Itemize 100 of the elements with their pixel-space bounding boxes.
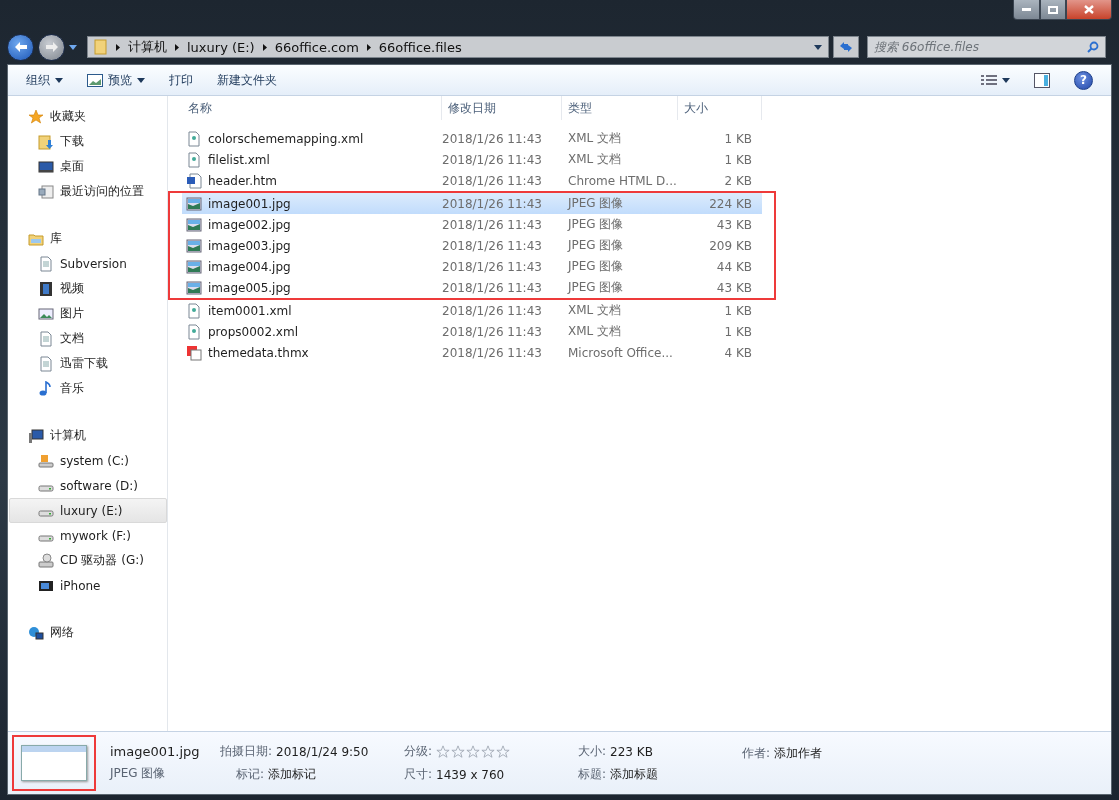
sidebar-item[interactable]: Subversion (9, 251, 167, 276)
toolbar-button[interactable]: 新建文件夹 (209, 68, 285, 92)
breadcrumb[interactable]: luxury (E:) (187, 39, 255, 55)
toolbar-button[interactable]: 组织 (18, 68, 71, 92)
modified-date: 2018/1/26 11:43 (442, 259, 543, 274)
toolbar-button[interactable]: 打印 (161, 68, 201, 92)
search-field[interactable]: 搜索 66office.files (867, 36, 1106, 58)
file-size: 43 KB (715, 280, 752, 295)
detail-file-type: JPEG 图像 (110, 765, 167, 782)
file-name: filelist.xml (208, 152, 270, 167)
file-type: XML 文档 (567, 130, 623, 147)
forward-button[interactable] (38, 33, 65, 61)
sidebar-item[interactable]: mywork (F:) (9, 523, 167, 548)
column-header[interactable]: 类型 (562, 96, 678, 120)
detail-value: 223 KB (610, 744, 653, 759)
computer-icon (28, 427, 44, 444)
column-header[interactable]: 大小 (678, 96, 762, 120)
file-type: Chrome HTML D... (567, 173, 678, 188)
image-file-icon (186, 195, 202, 212)
file-row[interactable]: image003.jpg 2018/1/26 11:43 JPEG 图像 209 KB (168, 235, 776, 256)
file-row[interactable]: props0002.xml 2018/1/26 11:43 XML 文档 1 KB (168, 321, 776, 342)
refresh-button[interactable] (833, 36, 859, 58)
file-row[interactable]: image005.jpg 2018/1/26 11:43 JPEG 图像 43 KB (168, 277, 776, 300)
close-icon (1084, 5, 1094, 14)
sidebar-item[interactable]: system (C:) (9, 448, 167, 473)
column-header[interactable]: 修改日期 (442, 96, 562, 120)
sidebar-group[interactable]: 收藏夹 (9, 104, 167, 129)
sidebar-group[interactable]: 计算机 (9, 423, 167, 448)
detail-label: 尺寸: (404, 766, 433, 783)
column-header[interactable]: 名称 (182, 96, 442, 120)
minimize-icon (1022, 8, 1031, 11)
file-row[interactable]: image001.jpg 2018/1/26 11:43 JPEG 图像 224 KB (168, 191, 776, 214)
file-row[interactable]: image002.jpg 2018/1/26 11:43 JPEG 图像 43 KB (168, 214, 776, 235)
breadcrumb[interactable]: 66office.com (274, 39, 359, 55)
film-icon (38, 280, 54, 297)
file-size: 1 KB (723, 152, 752, 167)
sidebar-item[interactable]: 下载 (9, 129, 167, 154)
sidebar-group[interactable]: 库 (9, 226, 167, 251)
address-bar[interactable]: 计算机 luxury (E:) 66office.com 66office.files (87, 36, 829, 58)
sidebar-group[interactable]: 网络 (9, 620, 167, 645)
file-size: 1 KB (723, 324, 752, 339)
sidebar-item[interactable]: 文档 (9, 326, 167, 351)
help-button[interactable]: ? (1074, 70, 1093, 90)
maximize-button[interactable] (1040, 0, 1066, 20)
sidebar-item[interactable]: software (D:) (9, 473, 167, 498)
file-name: item0001.xml (208, 303, 292, 318)
image-file-icon (186, 258, 202, 275)
xml-file-icon (186, 130, 202, 147)
sidebar-item[interactable]: 桌面 (9, 154, 167, 179)
close-button[interactable] (1066, 0, 1112, 20)
sidebar-item[interactable]: iPhone (9, 573, 167, 598)
detail-value: 添加作者 (774, 744, 823, 762)
caret-icon (1002, 77, 1010, 83)
document-icon (38, 330, 54, 347)
music-note-icon (38, 380, 54, 397)
theme-file-icon (186, 344, 202, 361)
toolbar-button[interactable]: 预览 (79, 68, 153, 92)
file-type: Microsoft Office... (567, 345, 674, 360)
rating-stars[interactable] (436, 744, 511, 759)
detail-value: 1439 x 760 (436, 767, 505, 782)
file-row[interactable]: filelist.xml 2018/1/26 11:43 XML 文档 1 KB (168, 149, 776, 170)
sidebar-item[interactable]: 迅雷下载 (9, 351, 167, 376)
sidebar-item[interactable]: 图片 (9, 301, 167, 326)
file-name: image002.jpg (208, 217, 291, 232)
modified-date: 2018/1/26 11:43 (442, 152, 543, 167)
file-row[interactable]: themedata.thmx 2018/1/26 11:43 Microsoft Office... 4 KB (168, 342, 776, 363)
detail-value: 2018/1/24 9:50 (276, 744, 369, 759)
breadcrumb-arrow-icon (116, 43, 120, 51)
file-row[interactable]: item0001.xml 2018/1/26 11:43 XML 文档 1 KB (168, 300, 776, 321)
file-row[interactable]: image004.jpg 2018/1/26 11:43 JPEG 图像 44 KB (168, 256, 776, 277)
file-row[interactable]: colorschememapping.xml 2018/1/26 11:43 XML 文档 1 KB (168, 128, 776, 149)
minimize-button[interactable] (1013, 0, 1040, 20)
sidebar-item[interactable]: 视频 (9, 276, 167, 301)
breadcrumb[interactable]: 66office.files (378, 39, 462, 55)
breadcrumb[interactable]: 计算机 (128, 38, 167, 56)
modified-date: 2018/1/26 11:43 (442, 131, 543, 146)
sidebar-item[interactable]: luxury (E:) (9, 498, 167, 523)
detail-label: 拍摄日期: (220, 743, 273, 760)
image-file-icon (186, 279, 202, 296)
pane-icon (1034, 72, 1050, 88)
file-row[interactable]: header.htm 2018/1/26 11:43 Chrome HTML D... 2 KB (168, 170, 776, 191)
detail-label: 大小: (578, 743, 607, 760)
thumbnail-image (21, 745, 87, 781)
xml-file-icon (186, 151, 202, 168)
file-size: 43 KB (715, 217, 752, 232)
file-name: image003.jpg (208, 238, 291, 253)
back-button[interactable] (7, 33, 34, 61)
history-caret-icon[interactable] (69, 44, 77, 50)
detail-value: 添加标记 (268, 766, 317, 783)
sidebar-item[interactable]: 最近访问的位置 (9, 179, 167, 204)
sidebar-item[interactable]: 音乐 (9, 376, 167, 401)
breadcrumb-arrow-icon (175, 43, 179, 51)
sidebar-item[interactable]: CD 驱动器 (G:) (9, 548, 167, 573)
drive-icon (38, 484, 54, 492)
file-name: image005.jpg (208, 280, 291, 295)
modified-date: 2018/1/26 11:43 (442, 303, 543, 318)
file-size: 209 KB (708, 238, 752, 253)
detail-label: 标记: (236, 766, 265, 783)
drive-icon (38, 534, 54, 542)
modified-date: 2018/1/26 11:43 (442, 324, 543, 339)
